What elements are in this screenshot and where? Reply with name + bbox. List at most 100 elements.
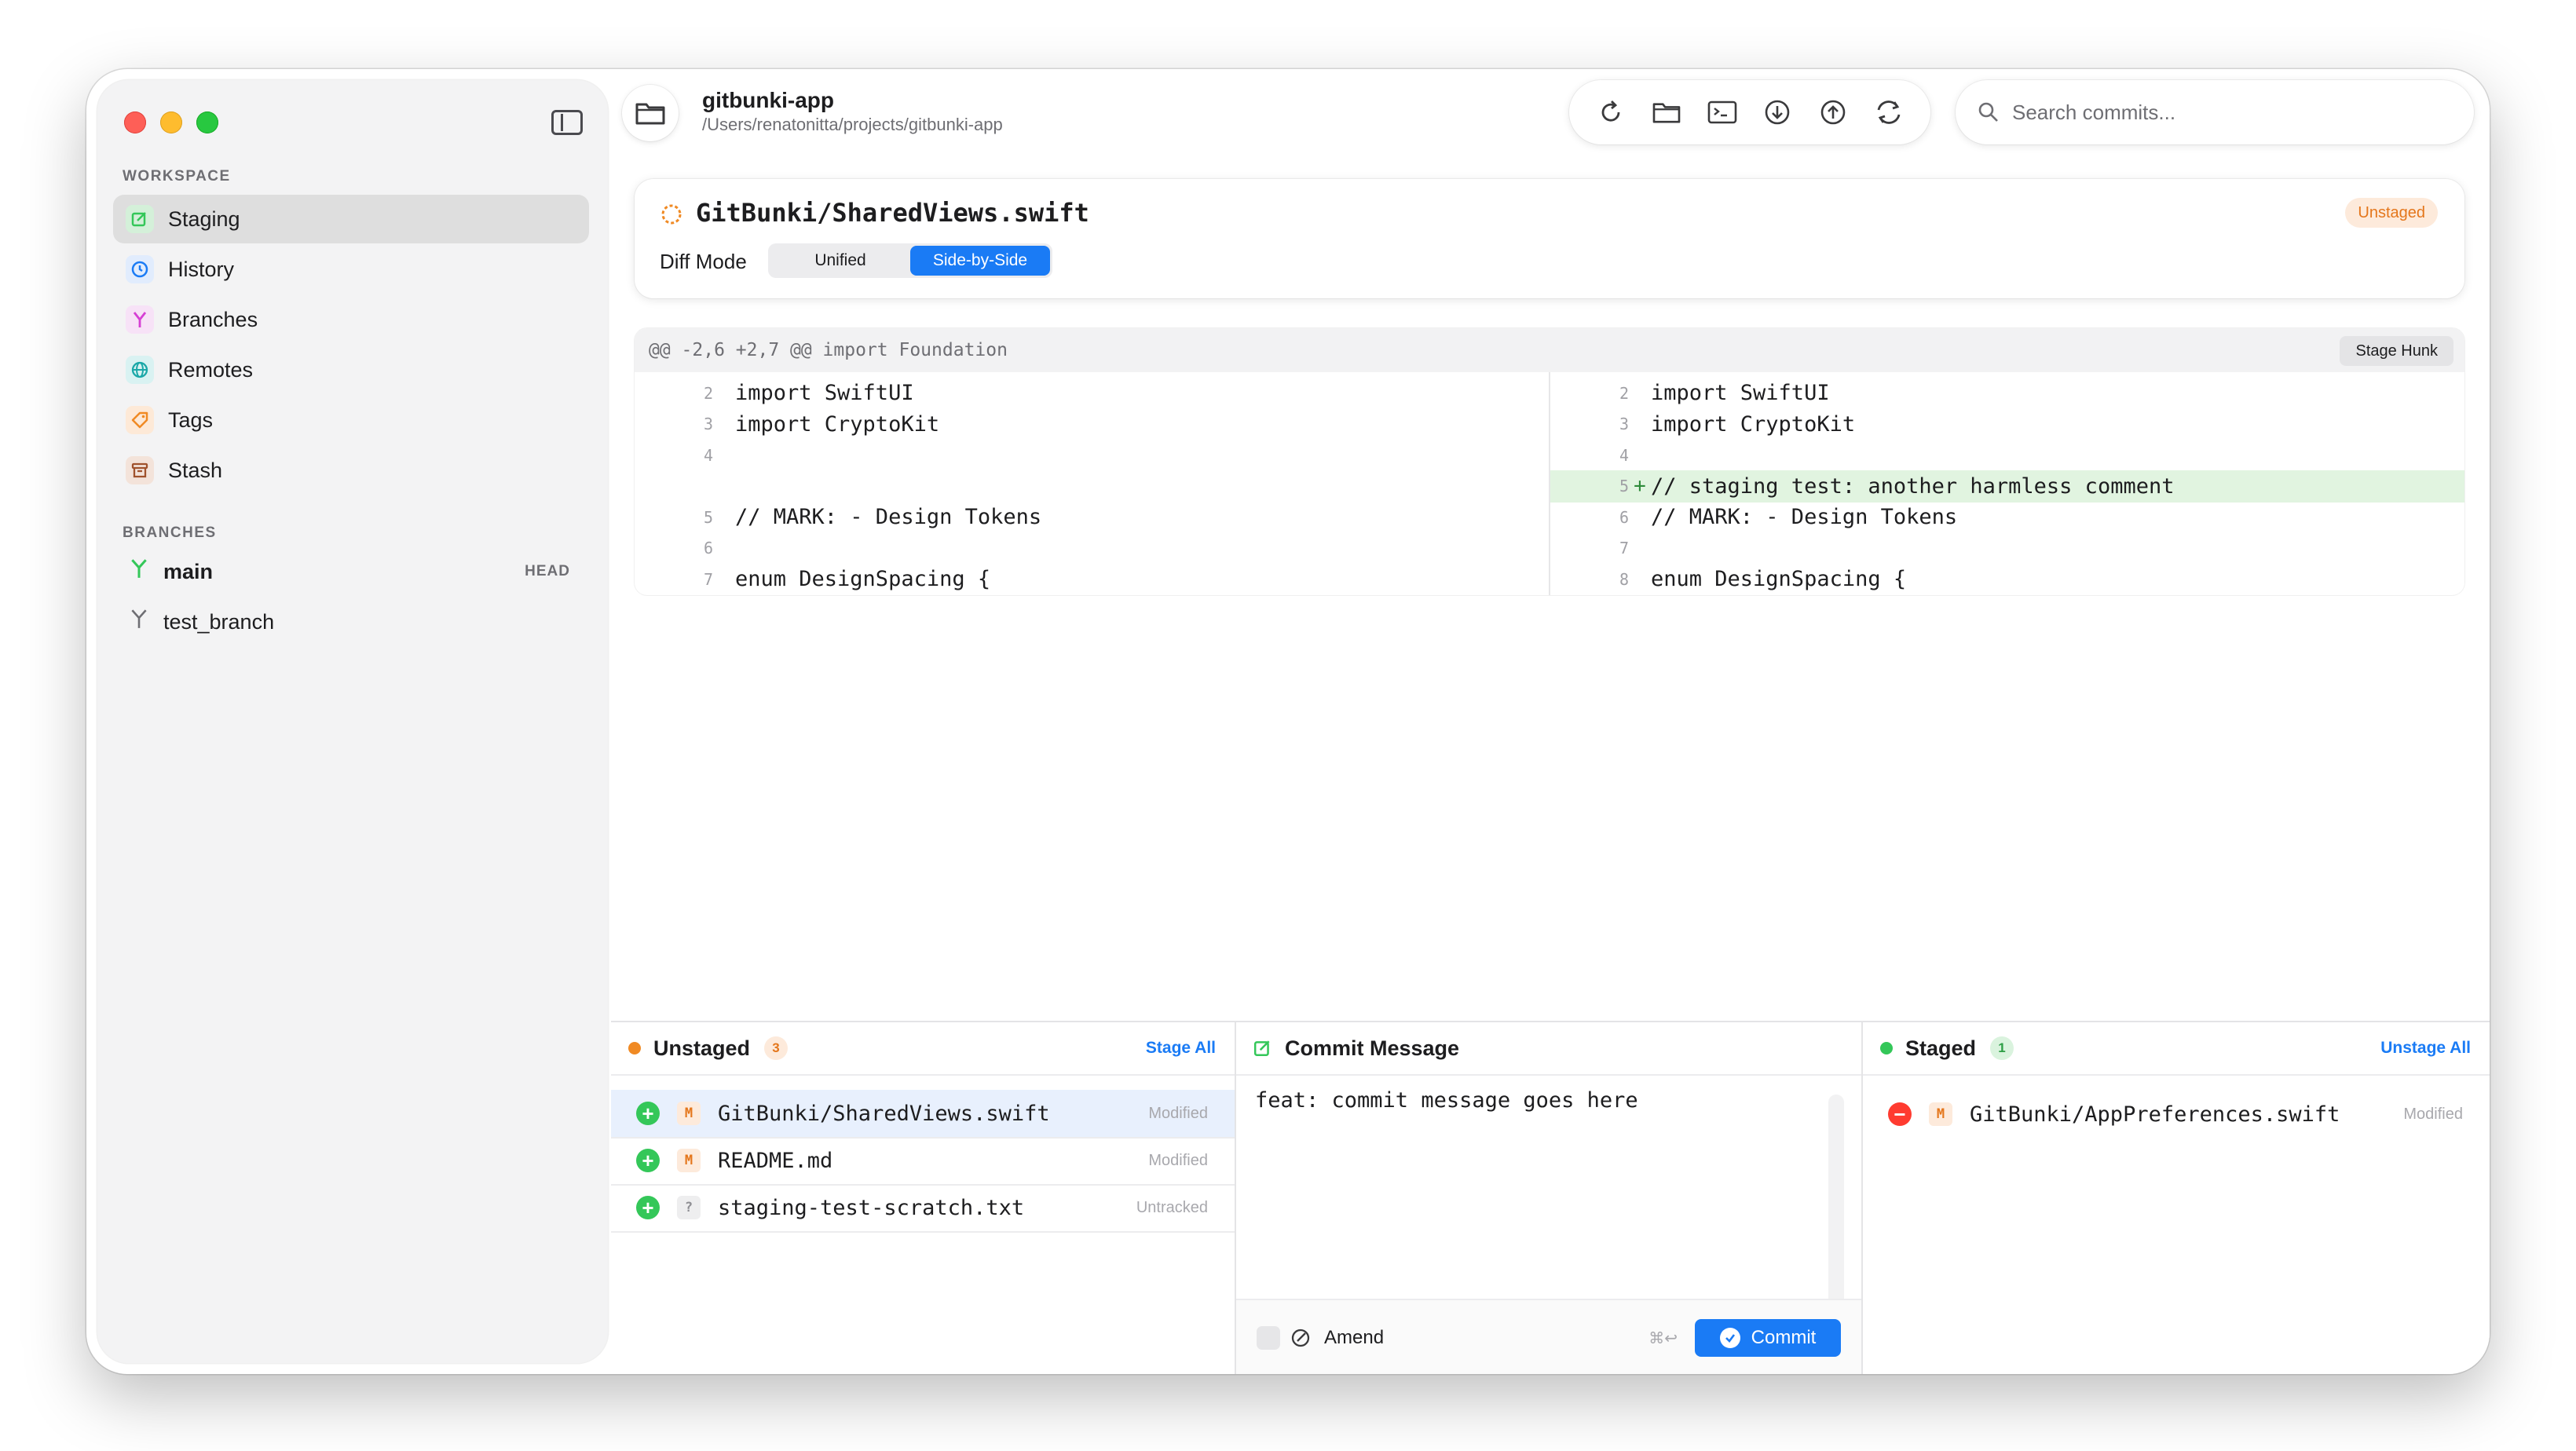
- branch-item-main[interactable]: main HEAD: [113, 550, 589, 594]
- file-name: staging-test-scratch.txt: [718, 1195, 1025, 1220]
- code-text: import CryptoKit: [735, 411, 940, 437]
- diff-mode-unified[interactable]: Unified: [770, 246, 910, 276]
- sidebar-item-branches[interactable]: Branches: [113, 295, 589, 344]
- hunk-header-text: @@ -2,6 +2,7 @@ import Foundation: [649, 340, 1008, 360]
- sync-icon: [1877, 101, 1900, 124]
- head-badge: HEAD: [525, 563, 570, 579]
- commit-button-label: Commit: [1751, 1327, 1817, 1348]
- sidebar-item-remotes[interactable]: Remotes: [113, 345, 589, 394]
- fetch-button[interactable]: [1755, 90, 1799, 134]
- stage-file-button[interactable]: +: [636, 1149, 660, 1172]
- code-text: // MARK: - Design Tokens: [1651, 505, 1958, 529]
- diff-sign: +: [1634, 474, 1646, 498]
- diff-mode-label: Diff Mode: [660, 250, 747, 273]
- commit-panel-header: Commit Message: [1236, 1022, 1861, 1076]
- fetch-icon: [1765, 100, 1790, 125]
- commit-message-scrollbar[interactable]: [1828, 1095, 1844, 1316]
- remotes-icon: [126, 356, 154, 384]
- open-folder-button[interactable]: [1645, 90, 1689, 134]
- refresh-button[interactable]: [1589, 90, 1633, 134]
- diff-line: 7: [1550, 532, 2464, 565]
- file-row[interactable]: − M GitBunki/AppPreferences.swift Modified: [1863, 1090, 2490, 1139]
- code-text: enum DesignSpacing {: [1651, 567, 1907, 591]
- branches-section-label: BRANCHES: [123, 524, 217, 541]
- staged-dot-icon: [1880, 1042, 1893, 1054]
- count-badge: 3: [764, 1036, 789, 1060]
- sidebar-item-label: History: [168, 257, 235, 281]
- diff-line: 4: [1550, 439, 2464, 471]
- unstage-file-button[interactable]: −: [1888, 1102, 1912, 1126]
- diff-line: 5 // MARK: - Design Tokens: [635, 501, 1549, 533]
- line-number: 5: [1619, 477, 1629, 495]
- code-text: import CryptoKit: [1651, 411, 1856, 437]
- toolbar: [1569, 80, 1930, 144]
- line-number: 5: [703, 507, 713, 527]
- file-row[interactable]: +? staging-test-scratch.txt Untracked: [611, 1184, 1235, 1233]
- diff-line: 6 // MARK: - Design Tokens: [1550, 501, 2464, 533]
- push-button[interactable]: [1811, 90, 1855, 134]
- diff-left-pane: 2 import SwiftUI 3 import CryptoKit 4 5 // MAR…: [635, 372, 1549, 595]
- file-row[interactable]: + M README.md Modified: [611, 1137, 1235, 1186]
- file-status: Modified: [1148, 1104, 1208, 1122]
- diff-line: [635, 470, 1549, 503]
- sidebar-item-staging[interactable]: Staging: [113, 195, 589, 243]
- stage-file-button[interactable]: +: [636, 1102, 660, 1125]
- diff-line: 6: [635, 532, 1549, 565]
- file-status: Untracked: [1136, 1198, 1208, 1216]
- panel-title: Commit Message: [1285, 1036, 1460, 1060]
- branches-icon: [126, 305, 154, 334]
- unstage-all-button[interactable]: Unstage All: [2380, 1039, 2471, 1058]
- repo-path: /Users/renatonitta/projects/gitbunki-app: [702, 115, 1003, 134]
- sync-button[interactable]: [1867, 90, 1911, 134]
- minimize-window-button[interactable]: [160, 111, 182, 133]
- file-kind-badge: M: [677, 1149, 701, 1172]
- zoom-window-button[interactable]: [196, 111, 218, 133]
- sidebar-item-label: Stash: [168, 458, 223, 482]
- diff-line-added: 5 +// staging test: another harmless comm…: [1550, 470, 2464, 503]
- code-text: import SwiftUI: [735, 381, 914, 405]
- file-name: GitBunki/SharedViews.swift: [718, 1101, 1050, 1126]
- line-number: 3: [1619, 415, 1629, 433]
- workspace-section-label: WORKSPACE: [123, 168, 231, 185]
- file-name: README.md: [718, 1148, 833, 1173]
- stage-all-button[interactable]: Stage All: [1146, 1039, 1216, 1058]
- panel-title: Staged: [1905, 1036, 1977, 1060]
- sidebar-item-tags[interactable]: Tags: [113, 396, 589, 444]
- branch-item-test-branch[interactable]: test_branch: [113, 600, 589, 644]
- stage-file-button[interactable]: +: [636, 1196, 660, 1219]
- file-row[interactable]: + M GitBunki/SharedViews.swift Modified: [611, 1090, 1235, 1139]
- commit-message-input[interactable]: feat: commit message goes here: [1255, 1088, 1820, 1285]
- open-terminal-button[interactable]: [1700, 90, 1744, 134]
- diff-line: 2 import SwiftUI: [635, 377, 1549, 409]
- amend-checkbox[interactable]: [1257, 1326, 1280, 1350]
- amend-icon: [1291, 1329, 1310, 1347]
- search-box[interactable]: [1956, 80, 2474, 144]
- stage-hunk-button[interactable]: Stage Hunk: [2340, 336, 2453, 366]
- diff-mode-side-by-side[interactable]: Side-by-Side: [910, 246, 1050, 276]
- folder-icon: [1652, 103, 1681, 123]
- unstaged-status-icon: [661, 204, 682, 225]
- close-window-button[interactable]: [124, 111, 146, 133]
- refresh-icon: [1601, 101, 1620, 122]
- sidebar-toggle-icon[interactable]: [551, 110, 583, 135]
- sidebar-item-history[interactable]: History: [113, 245, 589, 294]
- sidebar-item-stash[interactable]: Stash: [113, 446, 589, 495]
- staged-panel-header: Staged 1 Unstage All: [1863, 1022, 2490, 1076]
- search-input[interactable]: [2012, 100, 2452, 125]
- file-name: GitBunki/AppPreferences.swift: [1970, 1102, 2340, 1127]
- unstaged-dot-icon: [628, 1042, 641, 1054]
- sidebar-item-label: Tags: [168, 408, 214, 432]
- panel-title: Unstaged: [653, 1036, 751, 1060]
- sidebar-item-label: Staging: [168, 207, 240, 231]
- line-number: 6: [1619, 507, 1629, 527]
- open-repo-button[interactable]: [622, 85, 679, 141]
- sidebar-item-label: Remotes: [168, 357, 254, 382]
- line-number: 7: [703, 569, 713, 589]
- sidebar-item-label: Branches: [168, 307, 258, 331]
- hunk-header: @@ -2,6 +2,7 @@ import Foundation Stage …: [635, 328, 2464, 372]
- line-number: 2: [1619, 383, 1629, 403]
- branch-name: main: [163, 559, 214, 583]
- app-window: WORKSPACE Staging History Branches Remot…: [86, 69, 2490, 1374]
- staged-panel: Staged 1 Unstage All − M GitBunki/AppPrefe…: [1863, 1022, 2490, 1374]
- commit-button[interactable]: Commit: [1695, 1319, 1841, 1357]
